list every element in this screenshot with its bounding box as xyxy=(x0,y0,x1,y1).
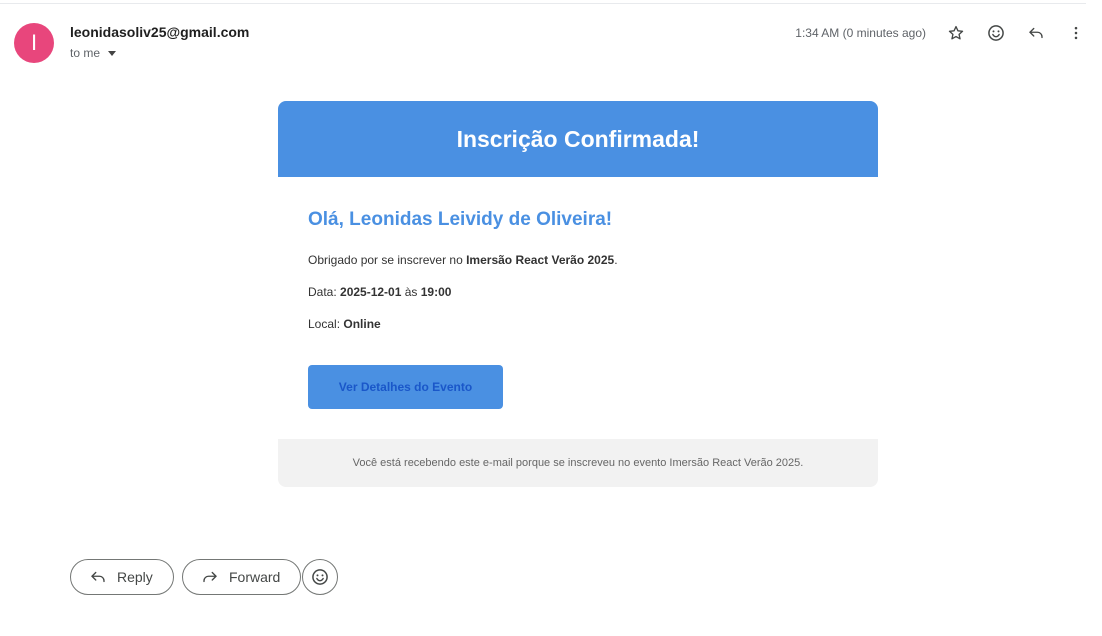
emoji-icon xyxy=(312,569,328,585)
time-separator: às xyxy=(401,285,421,299)
recipient-toggle[interactable]: to me xyxy=(70,46,117,60)
recipient-label: to me xyxy=(70,46,101,60)
greeting: Olá, Leonidas Leividy de Oliveira! xyxy=(308,209,613,230)
location-value: Online xyxy=(343,317,381,331)
reply-button[interactable]: Reply xyxy=(70,559,174,595)
reply-icon xyxy=(91,571,105,583)
location-label: Local: xyxy=(308,317,344,331)
emoji-icon[interactable] xyxy=(983,20,1009,46)
location-line: Local: Online xyxy=(308,317,848,331)
date-label: Data: xyxy=(308,285,341,299)
footer-text: Você está recebendo este e-mail porque s… xyxy=(352,457,804,469)
thanks-line: Obrigado por se inscrever no Imersão Rea… xyxy=(308,253,848,267)
sender-email[interactable]: leonidasoliv25@gmail.com xyxy=(70,24,249,40)
event-details-button[interactable]: Ver Detalhes do Evento xyxy=(308,365,503,409)
more-vert-icon[interactable] xyxy=(1063,20,1089,46)
forward-label: Forward xyxy=(229,569,281,585)
time-value: 19:00 xyxy=(420,285,452,299)
thanks-suffix: . xyxy=(614,253,618,267)
sender-avatar[interactable]: I xyxy=(14,23,54,63)
date-value: 2025-12-01 xyxy=(340,285,402,299)
email-title: Inscrição Confirmada! xyxy=(456,125,700,152)
email-body: Olá, Leonidas Leividy de Oliveira! Obrig… xyxy=(278,177,878,439)
caret-down-icon xyxy=(108,51,117,56)
reply-icon[interactable] xyxy=(1023,20,1049,46)
thanks-prefix: Obrigado por se inscrever no xyxy=(308,253,467,267)
email-card: Inscrição Confirmada! Olá, Leonidas Leiv… xyxy=(278,101,878,487)
email-footer: Você está recebendo este e-mail porque s… xyxy=(278,439,878,487)
timestamp: 1:34 AM (0 minutes ago) xyxy=(795,26,926,40)
reply-label: Reply xyxy=(117,569,153,585)
star-icon[interactable] xyxy=(943,20,969,46)
event-name: Imersão React Verão 2025 xyxy=(466,253,615,267)
forward-button[interactable]: Forward xyxy=(182,559,302,595)
forward-icon xyxy=(203,571,217,583)
emoji-reaction-button[interactable] xyxy=(302,559,338,595)
top-divider xyxy=(0,3,1086,4)
email-header-banner: Inscrição Confirmada! xyxy=(278,101,878,177)
date-line: Data: 2025-12-01 às 19:00 xyxy=(308,285,848,299)
